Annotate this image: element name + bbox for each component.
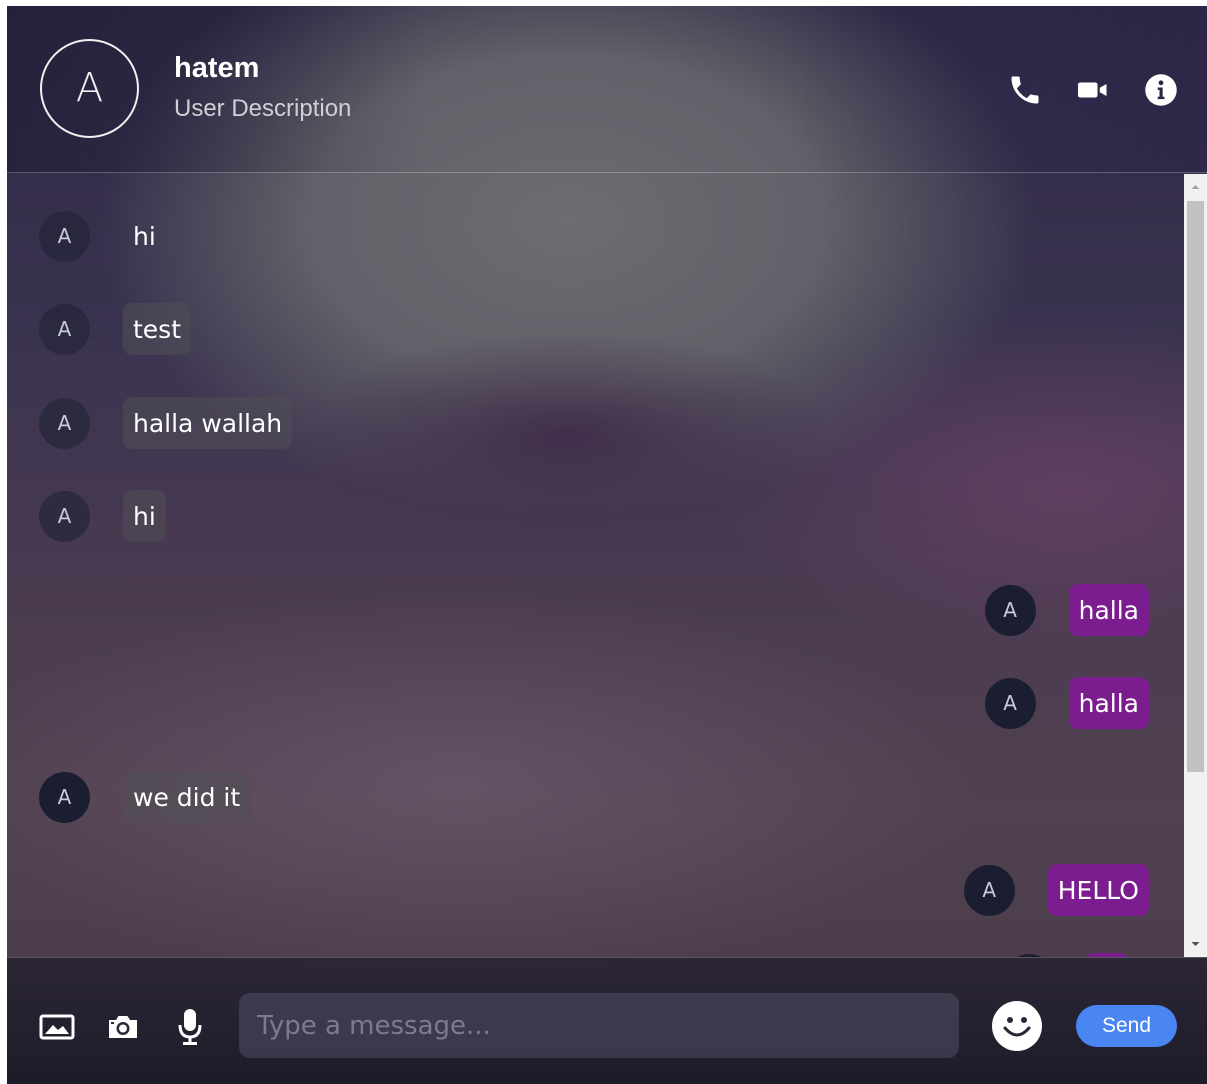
message-scrollbar[interactable] [1184, 174, 1207, 957]
message-row: A hi [39, 210, 166, 262]
message-row: A halla wallah [39, 397, 293, 449]
send-button[interactable]: Send [1076, 1005, 1177, 1047]
message-avatar[interactable]: A [984, 677, 1036, 729]
message-bubble: halla [1068, 677, 1149, 729]
message-avatar[interactable]: A [963, 864, 1015, 916]
message-row: A halla [984, 584, 1149, 636]
message-bubble: hi [133, 221, 156, 251]
scroll-down-arrow-icon[interactable] [1184, 935, 1207, 953]
message-bubble: hi [123, 490, 166, 542]
message-avatar[interactable]: A [39, 490, 90, 542]
message-avatar[interactable]: A [39, 397, 90, 449]
message-avatar[interactable]: A [39, 303, 90, 355]
microphone-icon[interactable] [175, 1007, 205, 1052]
chat-window: A hatem User Description A hi A test A h… [7, 6, 1207, 1084]
message-composer: Send [7, 957, 1207, 1084]
message-bubble: test [123, 303, 192, 355]
phone-icon[interactable] [1007, 72, 1043, 108]
emoji-icon[interactable] [991, 1000, 1043, 1057]
info-icon[interactable] [1143, 72, 1179, 108]
message-avatar[interactable]: A [39, 771, 90, 823]
chat-header: A hatem User Description [7, 6, 1207, 173]
message-bubble: HELLO [1047, 864, 1149, 916]
image-icon[interactable] [39, 1013, 75, 1046]
scrollbar-thumb[interactable] [1187, 201, 1204, 772]
message-input[interactable] [239, 993, 959, 1058]
message-avatar[interactable]: A [984, 584, 1036, 636]
contact-description: User Description [174, 95, 352, 122]
contact-avatar[interactable]: A [40, 39, 139, 138]
message-row: A hi [39, 490, 166, 542]
message-list[interactable]: A hi A test A halla wallah A hi A halla … [7, 174, 1184, 957]
message-row: A we did it [39, 771, 251, 823]
message-row: A test [39, 303, 192, 355]
message-row: A HELLO [963, 864, 1149, 916]
message-bubble: halla [1068, 584, 1149, 636]
video-camera-icon[interactable] [1075, 72, 1111, 108]
contact-name: hatem [174, 52, 260, 84]
message-avatar[interactable]: A [39, 210, 90, 262]
message-row: A halla [984, 677, 1149, 729]
scroll-up-arrow-icon[interactable] [1184, 178, 1207, 196]
message-bubble: we did it [123, 771, 251, 823]
camera-icon[interactable] [105, 1012, 141, 1047]
message-bubble: halla wallah [123, 397, 293, 449]
